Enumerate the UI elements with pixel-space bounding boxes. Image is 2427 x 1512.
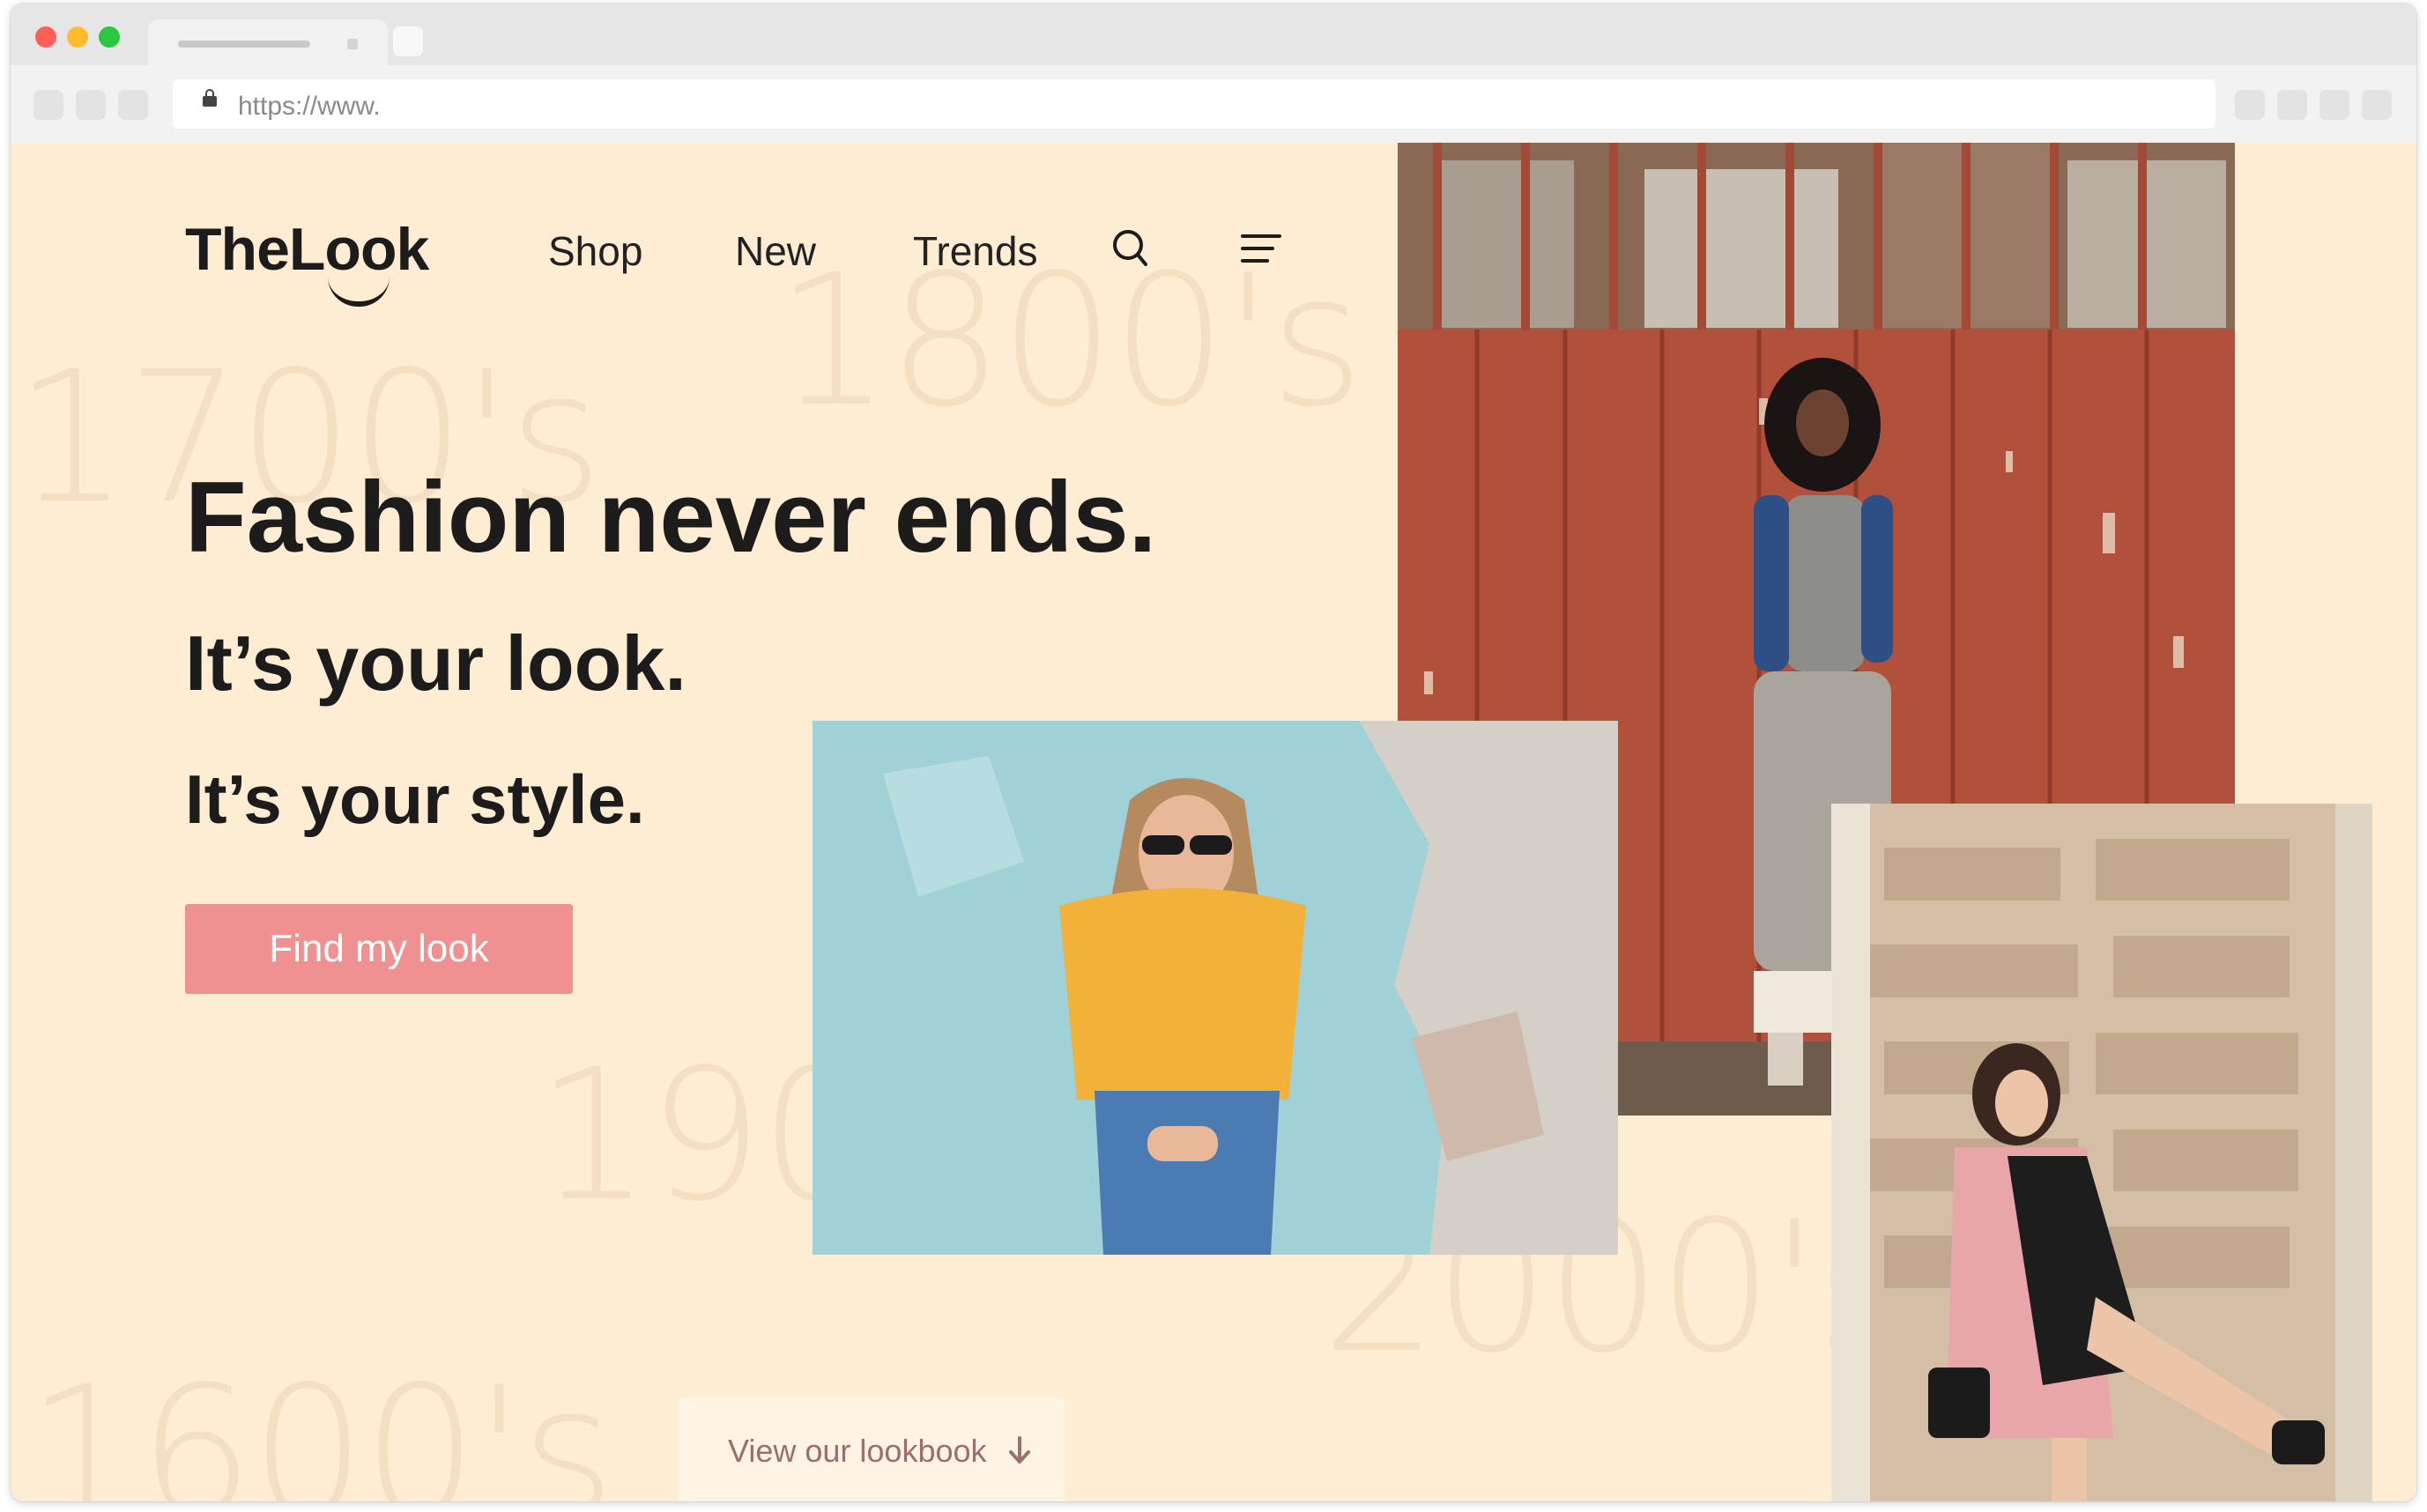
back-button[interactable] [33,90,63,120]
search-icon[interactable] [1112,227,1147,270]
lookbook-label: View our lookbook [728,1433,987,1469]
arrow-down-icon [1009,1436,1030,1464]
address-bar[interactable]: https://www. [173,79,2215,129]
photo-pink-coat-model [1831,804,2372,1501]
web-page: 1700's 1800's 190 2000's 1600's TheLook … [11,143,2416,1501]
logo-smile-icon [328,277,390,307]
browser-tab[interactable] [148,19,388,65]
new-tab-button[interactable] [393,26,423,56]
nav-new[interactable]: New [735,227,816,275]
tab-close-icon[interactable] [347,39,358,49]
hero-headline: Fashion never ends. [185,462,1157,574]
lock-icon [203,89,217,107]
photo-yellow-shirt-model [813,721,1618,1255]
browser-toolbar: https://www. [11,65,2416,143]
logo[interactable]: TheLook [185,215,429,284]
background-year: 1600's [26,1347,615,1501]
nav-shop[interactable]: Shop [548,227,642,275]
background-year: 1800's [776,235,1364,447]
nav-trends[interactable]: Trends [913,227,1037,275]
find-my-look-button[interactable]: Find my look [185,904,573,994]
toolbar-extension-button[interactable] [2235,90,2265,120]
forward-button[interactable] [76,90,106,120]
browser-tab-bar [11,4,2416,65]
hero-subline-look: It’s your look. [185,619,687,707]
tab-title-placeholder [178,41,310,48]
toolbar-extension-button[interactable] [2277,90,2307,120]
view-lookbook-button[interactable]: View our lookbook [679,1397,1065,1501]
toolbar-menu-button[interactable] [2362,90,2392,120]
url-text: https://www. [238,92,381,121]
hero-subline-style: It’s your style. [185,760,645,838]
close-window-button[interactable] [35,26,56,48]
toolbar-extension-button[interactable] [2319,90,2349,120]
maximize-window-button[interactable] [99,26,120,48]
menu-icon[interactable] [1241,231,1281,266]
reload-button[interactable] [118,90,148,120]
browser-window: https://www. 1700's 1800's 190 2000's 16… [11,4,2416,1501]
minimize-window-button[interactable] [67,26,88,48]
